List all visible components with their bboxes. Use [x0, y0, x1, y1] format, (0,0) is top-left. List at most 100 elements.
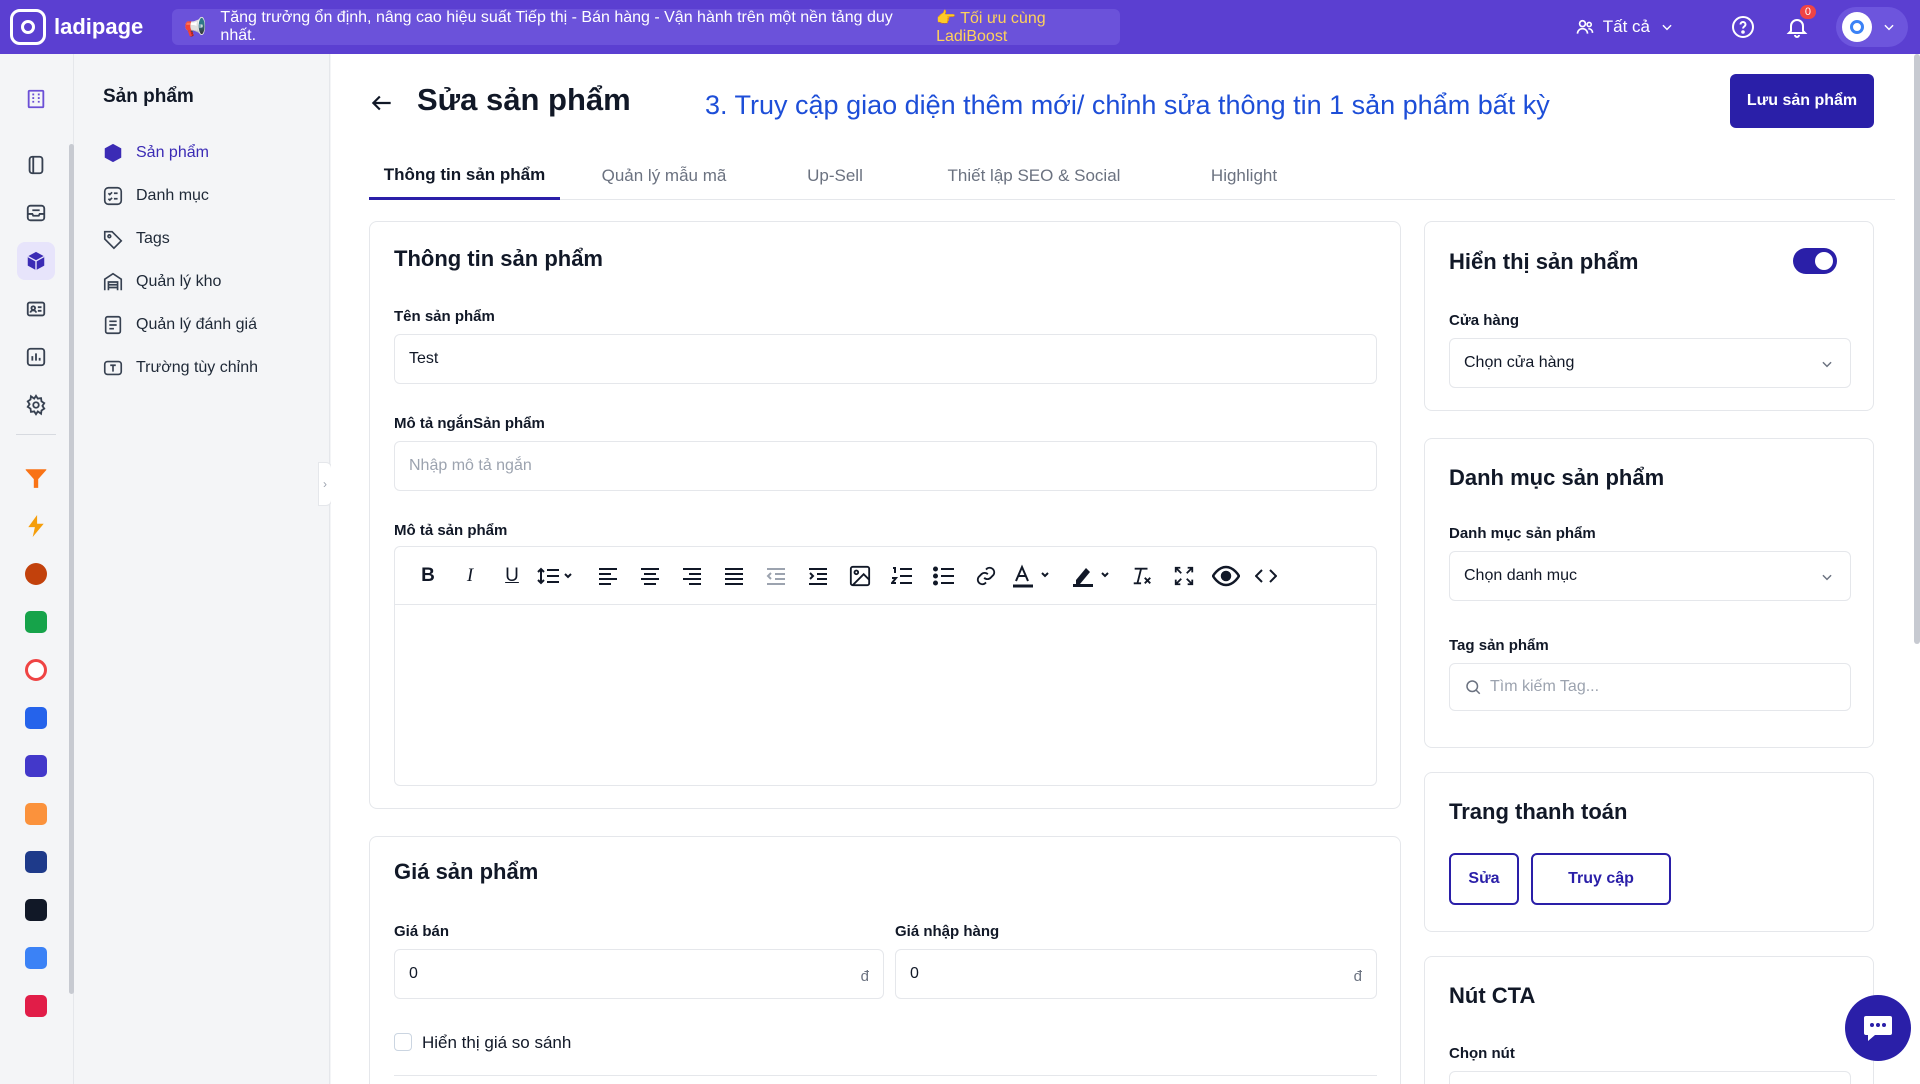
rail-products[interactable] [17, 242, 55, 280]
rail-app-sales[interactable] [17, 795, 55, 833]
product-name-value: Test [409, 350, 439, 367]
cost-price-label: Giá nhập hàng [895, 923, 1000, 940]
link-icon[interactable] [973, 562, 999, 590]
fullscreen-icon[interactable] [1171, 562, 1197, 590]
outdent-icon[interactable] [763, 562, 789, 590]
sidebar-item-products[interactable]: Sản phẩm [102, 142, 209, 164]
rail-app-store[interactable] [17, 603, 55, 641]
currency-suffix: đ [860, 968, 869, 985]
rail-app-edit[interactable] [17, 939, 55, 977]
announcement-cta-link[interactable]: 👉 Tối ưu cùng LadiBoost [936, 8, 1120, 46]
bullet-list-icon[interactable] [931, 562, 957, 590]
align-center-icon[interactable] [637, 562, 663, 590]
highlight-icon[interactable] [1071, 562, 1115, 590]
category-select[interactable]: Chọn danh mục [1449, 551, 1851, 601]
rail-pages[interactable] [17, 146, 55, 184]
rail-app-layout[interactable] [17, 891, 55, 929]
help-button[interactable] [1716, 15, 1770, 39]
rail-app-boost[interactable] [17, 507, 55, 545]
rail-app-globe[interactable] [17, 555, 55, 593]
rail-app-survey[interactable] [17, 747, 55, 785]
account-menu[interactable] [1836, 7, 1908, 47]
back-button[interactable] [369, 90, 395, 121]
description-label: Mô tả sản phẩm [394, 522, 508, 539]
sidebar-item-categories[interactable]: Danh mục [102, 185, 209, 207]
rail-settings[interactable] [17, 386, 55, 424]
sidebar-item-tags[interactable]: Tags [102, 228, 170, 250]
workspace-selector[interactable]: Tất cả [1575, 17, 1682, 37]
save-product-button[interactable]: Lưu sản phẩm [1730, 74, 1874, 128]
align-right-icon[interactable] [679, 562, 705, 590]
chat-icon [1864, 1016, 1892, 1041]
rail-app-funnel[interactable] [17, 459, 55, 497]
rail-orders[interactable] [17, 194, 55, 232]
tab-variants[interactable]: Quản lý mẫu mã [585, 152, 743, 200]
arrow-left-icon [371, 95, 391, 111]
sidebar-item-label: Sản phẩm [136, 144, 209, 161]
notifications-button[interactable]: 0 [1770, 5, 1824, 39]
tab-highlight[interactable]: Highlight [1179, 152, 1309, 200]
product-info-title: Thông tin sản phẩm [394, 246, 603, 271]
funnel-app-icon [25, 469, 47, 488]
brand-logo[interactable]: ladipage [10, 9, 170, 45]
align-left-icon[interactable] [595, 562, 621, 590]
rail-app-link[interactable] [17, 651, 55, 689]
sidebar-title: Sản phẩm [103, 86, 194, 107]
image-icon[interactable] [847, 562, 873, 590]
line-height-icon[interactable] [535, 562, 579, 590]
checkout-visit-button[interactable]: Truy cập [1531, 853, 1671, 905]
checkout-edit-button[interactable]: Sửa [1449, 853, 1519, 905]
compare-price-checkbox[interactable] [394, 1033, 412, 1051]
sidebar-item-label: Trường tùy chỉnh [136, 359, 258, 376]
tag-label: Tag sản phẩm [1449, 637, 1549, 654]
preview-icon[interactable] [1211, 562, 1241, 590]
editor-content-area[interactable] [395, 605, 1376, 785]
gear-icon [26, 394, 46, 416]
bold-icon[interactable]: B [415, 562, 441, 590]
align-justify-icon[interactable] [721, 562, 747, 590]
text-color-icon[interactable] [1011, 562, 1055, 590]
short-desc-input[interactable]: Nhập mô tả ngắn [394, 441, 1377, 491]
clear-format-icon[interactable] [1129, 562, 1155, 590]
tab-product-info[interactable]: Thông tin sản phẩm [369, 152, 560, 200]
category-label: Danh mục sản phẩm [1449, 525, 1596, 542]
underline-icon[interactable]: U [499, 562, 525, 590]
rail-app-form[interactable] [17, 699, 55, 737]
italic-icon[interactable]: I [457, 562, 483, 590]
category-placeholder: Chọn danh mục [1464, 567, 1577, 584]
rail-customers[interactable] [17, 290, 55, 328]
indent-icon[interactable] [805, 562, 831, 590]
sidebar-collapse-button[interactable]: › [318, 462, 332, 506]
page-scrollbar[interactable] [1914, 54, 1920, 644]
announcement-banner[interactable]: 📢 Tăng trưởng ổn định, nâng cao hiệu suấ… [172, 9, 1120, 45]
ordered-list-icon[interactable] [889, 562, 915, 590]
cost-price-input[interactable]: 0 đ [895, 949, 1377, 999]
sale-price-input[interactable]: 0 đ [394, 949, 884, 999]
tag-search-input[interactable]: Tìm kiếm Tag... [1449, 663, 1851, 711]
code-icon[interactable] [1253, 562, 1279, 590]
layers-icon [28, 155, 44, 175]
currency-suffix: đ [1353, 968, 1362, 985]
price-title: Giá sản phẩm [394, 859, 539, 884]
display-toggle[interactable] [1793, 248, 1837, 274]
display-title: Hiển thị sản phẩm [1449, 249, 1639, 274]
sidebar-item-reviews[interactable]: Quản lý đánh giá [102, 314, 257, 336]
compare-price-label: Hiển thị giá so sánh [422, 1033, 572, 1052]
sidebar-item-label: Tags [136, 230, 170, 247]
product-name-input[interactable]: Test [394, 334, 1377, 384]
box-icon [27, 251, 45, 271]
chat-support-button[interactable] [1845, 995, 1911, 1061]
rail-app-media[interactable] [17, 987, 55, 1025]
tab-upsell[interactable]: Up-Sell [785, 152, 885, 200]
category-icon [103, 186, 123, 206]
tag-icon [103, 230, 123, 250]
sidebar-item-warehouse[interactable]: Quản lý kho [102, 271, 221, 293]
rail-app-flow[interactable] [17, 843, 55, 881]
rail-dashboard[interactable] [17, 80, 55, 118]
sidebar-item-custom-fields[interactable]: Trường tùy chỉnh [102, 357, 258, 379]
rail-reports[interactable] [17, 338, 55, 376]
store-select[interactable]: Chọn cửa hàng [1449, 338, 1851, 388]
cta-select[interactable] [1449, 1071, 1851, 1084]
avatar [1842, 12, 1872, 42]
tab-seo-social[interactable]: Thiết lập SEO & Social [919, 152, 1149, 200]
